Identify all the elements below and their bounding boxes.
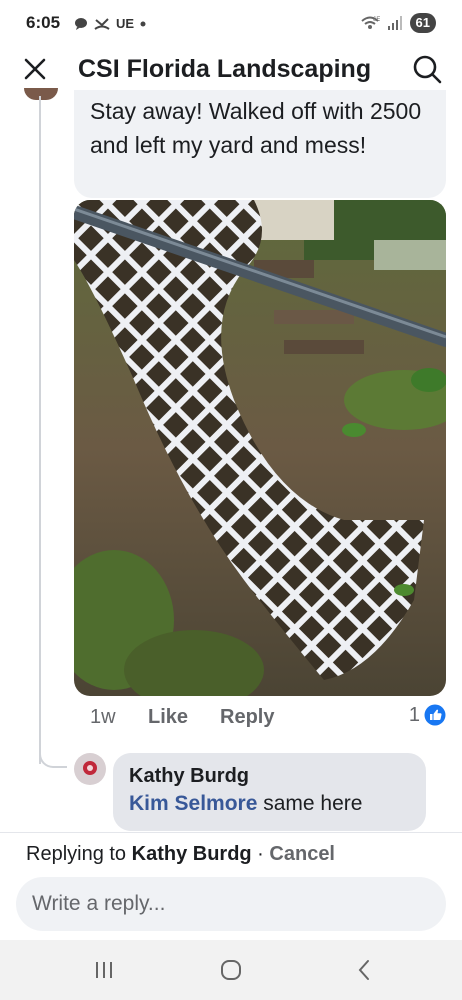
home-button[interactable] (211, 954, 251, 986)
like-button[interactable]: Like (148, 706, 188, 729)
search-icon (413, 55, 442, 84)
dot-icon (140, 21, 146, 26)
network-type-label: 6E (373, 17, 380, 23)
page-title: CSI Florida Landscaping (78, 55, 372, 83)
comment-time: 1w (90, 706, 116, 728)
reaction-count[interactable]: 1 (409, 704, 420, 727)
chat-bubble-icon (75, 17, 87, 30)
commenter-avatar[interactable] (24, 88, 58, 100)
system-nav-bar (0, 940, 462, 1000)
status-bar: 6:05 UE 6E 61 (0, 0, 462, 48)
avatar-image (74, 753, 106, 785)
lattice-photo-image (74, 200, 446, 696)
back-button[interactable] (344, 954, 384, 986)
comment-actions: 1w Like Reply 1 (90, 704, 446, 732)
home-icon (221, 960, 241, 980)
thread-connector (39, 748, 67, 768)
status-right: 6E 61 (360, 13, 436, 33)
thread-line (39, 96, 41, 764)
wifi-icon: 6E (360, 16, 380, 29)
reply-author[interactable]: Kathy Burdg (129, 763, 410, 789)
search-button[interactable] (410, 52, 444, 86)
replying-to-line: Replying to Kathy Burdg · Cancel (26, 843, 335, 866)
status-time: 6:05 (26, 13, 61, 32)
cancel-reply-button[interactable]: Cancel (269, 843, 335, 865)
reply-avatar[interactable] (74, 753, 106, 785)
comment-text: Stay away! Walked off with 2500 and left… (90, 98, 422, 158)
close-button[interactable] (18, 52, 52, 86)
comment-photo[interactable] (74, 200, 446, 696)
like-reaction-icon[interactable] (424, 704, 446, 726)
back-icon (358, 960, 369, 980)
comment-bubble: Stay away! Walked off with 2500 and left… (74, 90, 446, 198)
reply-composer: Replying to Kathy Burdg · Cancel (0, 832, 462, 940)
reply-input[interactable] (16, 877, 446, 931)
missed-call-icon (94, 17, 110, 30)
reply-body: Kim Selmore same here (129, 789, 410, 819)
status-left-icons: UE (74, 16, 146, 31)
reply-bubble: Kathy Burdg Kim Selmore same here (113, 753, 426, 831)
reply-text: same here (257, 792, 363, 815)
reply-button[interactable]: Reply (220, 706, 274, 729)
battery-indicator: 61 (409, 13, 436, 33)
close-icon (24, 58, 46, 80)
mention-link[interactable]: Kim Selmore (129, 792, 257, 815)
recents-icon (96, 962, 112, 978)
carrier-label: UE (116, 16, 135, 31)
replying-name: Kathy Burdg (131, 843, 252, 865)
header: CSI Florida Landscaping (0, 48, 462, 90)
replying-separator: · (251, 843, 270, 865)
signal-icon (387, 16, 402, 30)
recents-button[interactable] (84, 954, 124, 986)
replying-prefix: Replying to (26, 843, 132, 865)
